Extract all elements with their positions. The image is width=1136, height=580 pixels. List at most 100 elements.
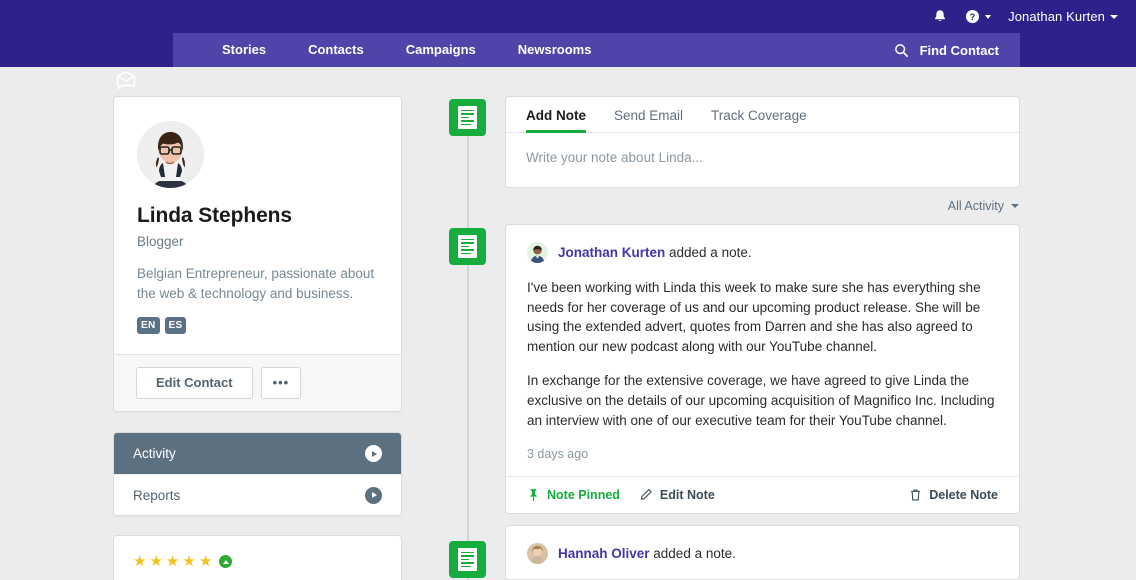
activity-filter-label: All Activity bbox=[947, 199, 1004, 213]
chevron-down-icon bbox=[1011, 204, 1019, 208]
note-author-link[interactable]: Hannah Oliver bbox=[558, 546, 650, 561]
language-badge-en: EN bbox=[137, 317, 160, 334]
avatar bbox=[527, 543, 548, 565]
note-timestamp: 3 days ago bbox=[527, 447, 589, 462]
pin-icon bbox=[529, 489, 538, 502]
note-header-text: Hannah Oliver added a note. bbox=[558, 546, 736, 561]
document-icon bbox=[458, 548, 477, 571]
nav-items: Stories Contacts Campaigns Newsrooms bbox=[173, 33, 612, 67]
delete-note-label: Delete Note bbox=[929, 488, 998, 503]
composer-tabs: Add Note Send Email Track Coverage bbox=[506, 97, 1019, 133]
profile-body: Linda Stephens Blogger Belgian Entrepren… bbox=[114, 97, 401, 354]
language-badges: EN ES bbox=[137, 317, 378, 334]
tab-track-coverage[interactable]: Track Coverage bbox=[711, 109, 807, 132]
note-author-link[interactable]: Jonathan Kurten bbox=[558, 245, 665, 260]
note-action-text: added a note. bbox=[665, 245, 752, 260]
star-icon: ★ bbox=[165, 553, 180, 570]
left-sidebar: Linda Stephens Blogger Belgian Entrepren… bbox=[113, 96, 402, 580]
more-options-button[interactable]: ••• bbox=[260, 367, 302, 399]
star-icon: ★ bbox=[149, 553, 163, 570]
avatar bbox=[137, 121, 204, 188]
reports-arrow-icon bbox=[365, 486, 382, 504]
star-icon: ★ bbox=[182, 553, 196, 570]
note-item: Jonathan Kurten added a note. I've been … bbox=[505, 224, 1020, 515]
influence-card: ★ ★ ★ ★ ★ Linda is highly influencial an… bbox=[113, 535, 402, 580]
pin-note-label: Note Pinned bbox=[547, 488, 620, 503]
note-header-text: Jonathan Kurten added a note. bbox=[558, 245, 752, 260]
search-icon bbox=[894, 43, 908, 57]
timeline-line bbox=[467, 130, 469, 580]
activity-arrow-icon bbox=[365, 445, 382, 462]
timeline-note-icon bbox=[449, 541, 486, 578]
find-contact-button[interactable]: Find Contact bbox=[894, 33, 1020, 67]
user-menu[interactable]: Jonathan Kurten bbox=[1008, 9, 1118, 24]
contact-role: Blogger bbox=[137, 234, 184, 249]
user-name-label: Jonathan Kurten bbox=[1008, 9, 1105, 24]
profile-actions: Edit Contact ••• bbox=[114, 354, 401, 411]
note-paragraph: I've been working with Linda this week t… bbox=[527, 280, 981, 354]
menu-item-activity-label: Activity bbox=[133, 446, 176, 461]
delete-note-button[interactable]: Delete Note bbox=[909, 488, 998, 502]
star-icon: ★ bbox=[133, 553, 147, 570]
nav-item-contacts[interactable]: Contacts bbox=[287, 33, 385, 67]
contact-bio: Belgian Entrepreneur, passionate about t… bbox=[137, 266, 375, 301]
timeline-note-icon bbox=[449, 228, 486, 265]
tab-send-email[interactable]: Send Email bbox=[614, 109, 683, 132]
star-icon: ★ bbox=[198, 553, 213, 570]
menu-item-activity[interactable]: Activity bbox=[114, 433, 401, 474]
note-actions: Note Pinned Edit Note Delete Note bbox=[506, 476, 1019, 513]
note-header: Hannah Oliver added a note. bbox=[527, 543, 998, 565]
note-action-text: added a note. bbox=[649, 546, 736, 562]
note-paragraph: In exchange for the extensive coverage, … bbox=[527, 373, 995, 428]
activity-filter-row: All Activity bbox=[505, 199, 1020, 213]
influence-badge-icon bbox=[219, 555, 233, 568]
top-bar-actions: ? Jonathan Kurten bbox=[932, 0, 1118, 33]
help-circle-icon: ? bbox=[966, 9, 980, 24]
nav-item-stories[interactable]: Stories bbox=[201, 33, 287, 67]
timeline-note-icon bbox=[449, 99, 486, 136]
author-avatar-image bbox=[527, 242, 548, 263]
envelope-message-icon[interactable] bbox=[114, 69, 138, 93]
author-avatar-image bbox=[527, 543, 548, 565]
activity-filter-dropdown[interactable]: All Activity bbox=[948, 199, 1019, 213]
pencil-icon bbox=[640, 489, 652, 500]
edit-note-button[interactable]: Edit Note bbox=[639, 488, 715, 502]
nav-item-newsrooms[interactable]: Newsrooms bbox=[497, 33, 613, 67]
bell-icon bbox=[934, 9, 946, 21]
note-actions-left: Note Pinned Edit Note bbox=[527, 488, 715, 502]
crm-contact-page: ? Jonathan Kurten Stories Contacts Campa… bbox=[0, 0, 1136, 580]
user-caret-icon bbox=[1110, 14, 1118, 19]
note-body: Hannah Oliver added a note. bbox=[506, 526, 1019, 579]
nav-item-campaigns[interactable]: Campaigns bbox=[385, 33, 497, 67]
document-icon bbox=[458, 106, 477, 129]
contact-avatar-image bbox=[137, 121, 204, 188]
svg-text:?: ? bbox=[970, 12, 975, 22]
find-contact-label: Find Contact bbox=[919, 42, 999, 58]
help-caret-icon bbox=[985, 14, 992, 19]
notifications-button[interactable] bbox=[932, 9, 948, 25]
main-nav: Stories Contacts Campaigns Newsrooms Fin… bbox=[173, 33, 1020, 67]
nav-zone: Stories Contacts Campaigns Newsrooms Fin… bbox=[0, 33, 1136, 90]
note-body: Jonathan Kurten added a note. I've been … bbox=[506, 225, 1019, 476]
section-menu: Activity Reports bbox=[113, 432, 402, 516]
edit-contact-button[interactable]: Edit Contact bbox=[136, 367, 253, 399]
profile-card: Linda Stephens Blogger Belgian Entrepren… bbox=[113, 96, 402, 412]
menu-item-reports-label: Reports bbox=[133, 487, 181, 503]
language-badge-es: ES bbox=[164, 317, 187, 334]
avatar bbox=[527, 242, 548, 263]
tab-add-note[interactable]: Add Note bbox=[526, 109, 586, 133]
top-bar: ? Jonathan Kurten bbox=[0, 0, 1136, 33]
pin-note-button[interactable]: Note Pinned bbox=[527, 488, 620, 502]
menu-item-reports[interactable]: Reports bbox=[114, 474, 401, 515]
note-input[interactable]: Write your note about Linda... bbox=[506, 133, 1019, 187]
note-item: Hannah Oliver added a note. bbox=[505, 525, 1020, 580]
edit-note-label: Edit Note bbox=[659, 488, 715, 503]
document-icon bbox=[458, 235, 477, 258]
contact-name: Linda Stephens bbox=[137, 204, 292, 227]
trash-icon bbox=[911, 489, 921, 501]
note-composer: Add Note Send Email Track Coverage Write… bbox=[505, 96, 1020, 188]
note-header: Jonathan Kurten added a note. bbox=[527, 242, 998, 263]
help-button[interactable]: ? bbox=[965, 9, 992, 24]
activity-feed: Add Note Send Email Track Coverage Write… bbox=[505, 96, 1020, 580]
star-rating: ★ ★ ★ ★ ★ bbox=[133, 554, 382, 569]
